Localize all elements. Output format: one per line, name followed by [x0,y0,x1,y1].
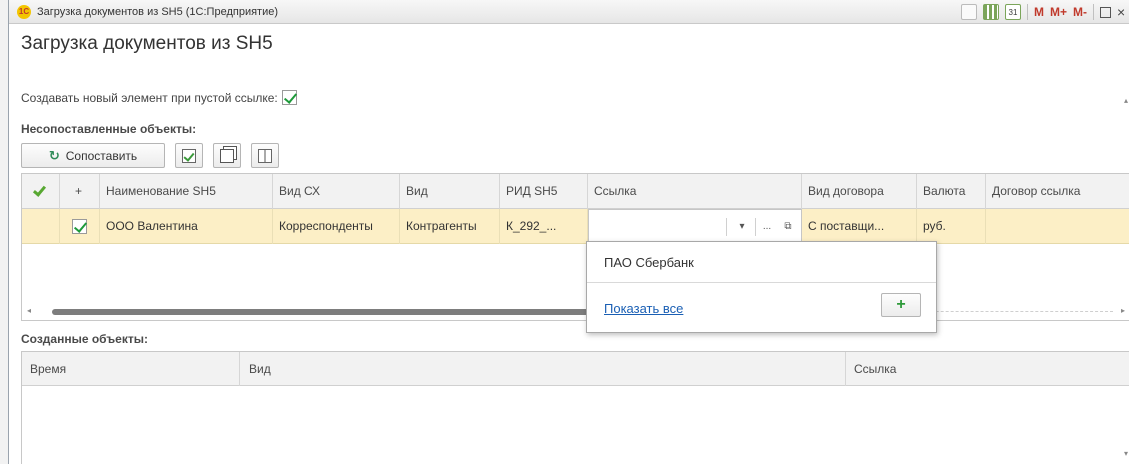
check-all-icon [182,148,196,163]
title-bar: 1С Загрузка документов из SH5 (1С:Предпр… [9,0,1129,24]
field-divider [755,218,756,236]
row-name[interactable]: ООО Валентина [100,209,273,244]
sync-icon: ↻ [48,147,60,163]
maximize-icon[interactable] [1100,6,1111,18]
dropdown-divider [587,282,936,283]
show-all-link[interactable]: Показать все [604,301,683,316]
document-icon[interactable] [960,4,977,20]
column-header-rid[interactable]: РИД SH5 [500,174,588,209]
memory-m-button[interactable]: M [1034,5,1044,19]
close-icon[interactable]: × [1117,4,1127,20]
row-check-cell [22,209,60,244]
unmatched-table-header: + Наименование SH5 Вид СХ Вид РИД SH5 Сс… [22,174,1129,209]
row-currency[interactable]: руб. [917,209,986,244]
row-rid[interactable]: К_292_... [500,209,588,244]
created-section-label: Созданные объекты: [21,332,148,346]
column-header-contract-type[interactable]: Вид договора [802,174,917,209]
column-header-check[interactable] [22,174,60,209]
match-button[interactable]: ↻ Сопоставить [21,143,165,168]
link-choice-dropdown: ПАО Сбербанк Показать все + [586,241,937,333]
memory-m-plus-button[interactable]: M+ [1050,5,1067,19]
column-header-name[interactable]: Наименование SH5 [100,174,273,209]
row-contract-type[interactable]: С поставщи... [802,209,917,244]
column-header-time[interactable]: Время [22,352,240,386]
unmatched-section-label: Несопоставленные объекты: [21,122,197,136]
split-button[interactable] [251,143,279,168]
scroll-down-icon[interactable]: ▾ [1124,449,1128,458]
memory-m-minus-button[interactable]: M- [1073,5,1087,19]
created-table-header: Время Вид Ссылка [22,352,1129,386]
check-all-button[interactable] [175,143,203,168]
calendar-icon[interactable]: 31 [1004,4,1021,20]
match-button-label: Сопоставить [65,148,138,163]
copy-icon [220,148,234,163]
column-header-link[interactable]: Ссылка [588,174,802,209]
unmatched-toolbar: ↻ Сопоставить [21,143,279,168]
dropdown-item-sberbank[interactable]: ПАО Сбербанк [604,255,694,270]
page-title: Загрузка документов из SH5 [21,33,273,54]
column-header-kind[interactable]: Вид [240,352,846,386]
dropdown-chevron-icon[interactable]: ▾ [733,218,751,236]
table-row[interactable]: ООО Валентина Корреспонденты Контрагенты… [22,209,1129,244]
calculator-icon[interactable] [982,4,999,20]
open-link-icon[interactable]: ⧉ [779,218,797,236]
scrollbar-thumb[interactable] [52,309,612,315]
scroll-left-icon[interactable]: ◂ [27,306,31,315]
field-divider [726,218,727,236]
row-contract-link[interactable] [986,209,1129,244]
title-toolbar: 31 M M+ M- × [960,2,1129,22]
scroll-right-icon[interactable]: ▸ [1121,306,1125,315]
1c-app-icon: 1С [17,5,31,19]
split-icon [258,148,272,163]
main-window: 1С Загрузка документов из SH5 (1С:Предпр… [8,0,1129,464]
add-new-button[interactable]: + [881,293,921,317]
window-title: Загрузка документов из SH5 (1С:Предприят… [37,6,279,18]
toolbar-separator [1026,4,1028,20]
horizontal-scrollbar[interactable]: ◂ ▸ [22,306,1129,316]
created-table[interactable]: Время Вид Ссылка [21,351,1129,464]
create-new-option-label: Создавать новый элемент при пустой ссылк… [21,90,278,105]
row-vid-sx[interactable]: Корреспонденты [273,209,400,244]
row-select-cell[interactable] [60,209,100,244]
copy-button[interactable] [213,143,241,168]
column-header-contract-link[interactable]: Договор ссылка [986,174,1129,209]
unmatched-table[interactable]: + Наименование SH5 Вид СХ Вид РИД SH5 Сс… [21,173,1129,321]
scroll-up-icon[interactable]: ▴ [1124,96,1128,105]
row-checkbox[interactable] [72,219,87,234]
column-header-plus[interactable]: + [60,174,100,209]
column-header-vid[interactable]: Вид [400,174,500,209]
create-new-checkbox[interactable] [281,90,297,105]
column-header-vid-sx[interactable]: Вид СХ [273,174,400,209]
link-input-field[interactable]: ▾ ... ⧉ [588,209,802,244]
create-new-option-row: Создавать новый элемент при пустой ссылк… [21,90,297,105]
select-ellipsis-button[interactable]: ... [758,218,776,236]
row-vid[interactable]: Контрагенты [400,209,500,244]
column-header-currency[interactable]: Валюта [917,174,986,209]
check-mark-icon [32,186,44,196]
toolbar-separator [1093,4,1094,20]
column-header-reference[interactable]: Ссылка [846,352,1129,386]
